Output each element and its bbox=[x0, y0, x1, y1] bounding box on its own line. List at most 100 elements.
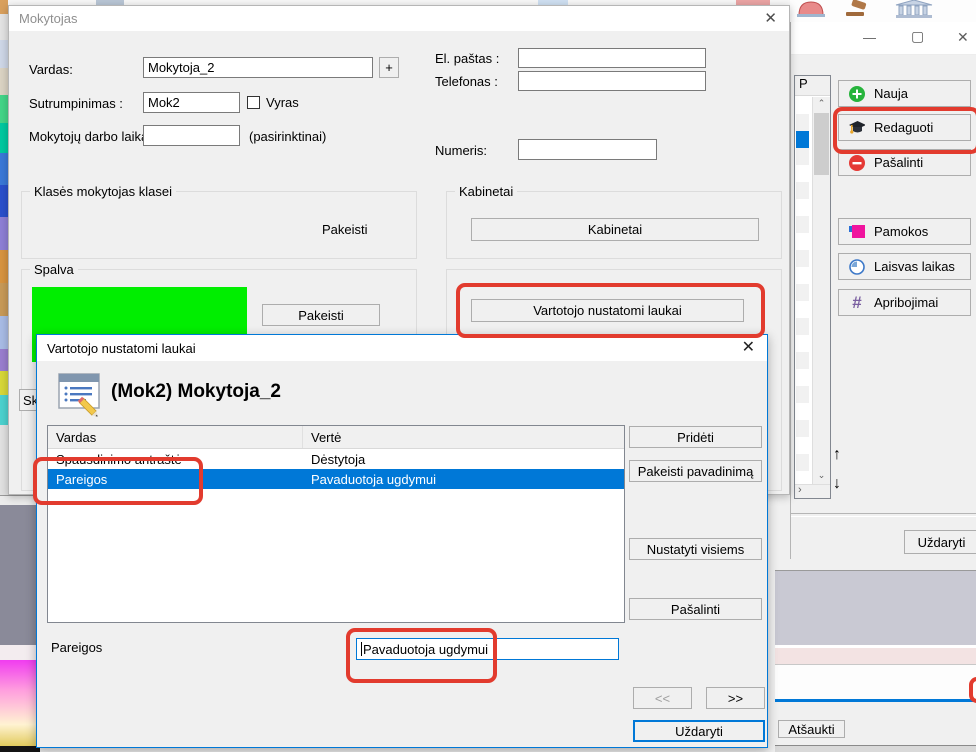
table-header-value[interactable]: Vertė bbox=[303, 426, 341, 448]
dialog-close-button[interactable]: Uždaryti bbox=[633, 720, 765, 742]
maximize-icon[interactable]: ▢ bbox=[911, 28, 924, 45]
close-icon[interactable]: ✕ bbox=[742, 340, 755, 356]
number-input[interactable] bbox=[518, 139, 657, 160]
text-caret bbox=[361, 642, 362, 656]
class-teacher-group: Klasės mokytojas klasei Pakeisti bbox=[21, 191, 417, 259]
phone-label: Telefonas : bbox=[435, 74, 498, 89]
minimize-icon[interactable]: — bbox=[863, 30, 876, 45]
move-up-arrow[interactable]: ↑ bbox=[833, 446, 841, 464]
close-icon[interactable]: ✕ bbox=[957, 29, 969, 46]
set-all-button[interactable]: Nustatyti visiems bbox=[629, 538, 762, 560]
scrollbar-thumb[interactable] bbox=[814, 113, 829, 175]
plus-circle-icon bbox=[849, 86, 865, 102]
name-label: Vardas: bbox=[29, 62, 73, 77]
teacher-dialog-titlebar: Mokytojas ✕ bbox=[9, 6, 789, 31]
dialog-close-label: Uždaryti bbox=[675, 724, 723, 739]
teacher-list-titlebar: — ▢ ✕ bbox=[791, 22, 976, 55]
next-button[interactable]: >> bbox=[706, 687, 765, 709]
teacher-list: P ⌃ ⌄ › bbox=[794, 75, 831, 499]
constraints-button[interactable]: # Apribojimai bbox=[838, 289, 971, 316]
column-header-label: P bbox=[799, 76, 808, 91]
color-change-button[interactable]: Pakeisti bbox=[262, 304, 380, 326]
screen: — ▢ ✕ P ⌃ ⌄ › bbox=[0, 0, 976, 752]
free-time-button[interactable]: Laisvas laikas bbox=[838, 253, 971, 280]
number-label: Numeris: bbox=[435, 143, 487, 158]
phone-input[interactable] bbox=[518, 71, 706, 91]
graduation-cap-icon bbox=[849, 120, 865, 136]
close-icon[interactable]: ✕ bbox=[764, 11, 777, 26]
vertical-scrollbar[interactable]: ⌃ ⌄ bbox=[812, 97, 830, 484]
list-selected-row[interactable] bbox=[796, 131, 809, 148]
worktime-label: Mokytojų darbo laikas bbox=[29, 129, 155, 144]
table-row-selected[interactable]: Pareigos Pavaduotoja ugdymui bbox=[48, 469, 624, 489]
custom-fields-dialog-title: Vartotojo nustatomi laukai bbox=[47, 341, 196, 356]
color-group-title: Spalva bbox=[30, 262, 78, 277]
edit-button[interactable]: Redaguoti bbox=[838, 114, 971, 141]
name-input[interactable]: Mokytoja_2 bbox=[143, 57, 373, 78]
table-header-name[interactable]: Vardas bbox=[48, 426, 303, 448]
separator bbox=[791, 513, 976, 517]
lessons-icon bbox=[849, 224, 865, 240]
name-value: Mokytoja_2 bbox=[148, 60, 214, 75]
move-down-arrow[interactable]: ↓ bbox=[833, 475, 841, 493]
edit-field-input[interactable]: Pavaduotoja ugdymui bbox=[356, 638, 619, 660]
list-rows[interactable] bbox=[796, 97, 809, 484]
class-teacher-change-button[interactable]: Pakeisti bbox=[322, 222, 368, 237]
remove-field-button[interactable]: Pašalinti bbox=[629, 598, 762, 620]
notepad-pencil-icon bbox=[57, 372, 103, 418]
clock-icon bbox=[849, 259, 865, 275]
male-checkbox-label: Vyras bbox=[266, 95, 299, 110]
email-label: El. paštas : bbox=[435, 51, 499, 66]
scroll-right-icon[interactable]: › bbox=[798, 484, 802, 496]
abbreviation-input[interactable]: Mok2 bbox=[143, 92, 240, 113]
lessons-button-label: Pamokos bbox=[874, 224, 928, 239]
constraints-button-label: Apribojimai bbox=[874, 295, 938, 310]
color-change-label: Pakeisti bbox=[298, 308, 344, 323]
rename-field-button[interactable]: Pakeisti pavadinimą bbox=[629, 460, 762, 482]
background-bottom-right: Atšaukti bbox=[775, 559, 976, 752]
delete-button-label: Pašalinti bbox=[874, 155, 923, 170]
rooms-button[interactable]: Kabinetai bbox=[471, 218, 759, 241]
lessons-button[interactable]: Pamokos bbox=[838, 218, 971, 245]
teacher-list-window: — ▢ ✕ P ⌃ ⌄ › bbox=[790, 22, 976, 559]
custom-fields-button-label: Vartotojo nustatomi laukai bbox=[533, 303, 682, 318]
cancel-button[interactable]: Atšaukti bbox=[778, 720, 845, 738]
add-field-button[interactable]: Pridėti bbox=[629, 426, 762, 448]
window-close-button[interactable]: Uždaryti bbox=[904, 530, 976, 554]
background-block bbox=[0, 645, 36, 660]
abbreviation-label: Sutrumpinimas : bbox=[29, 96, 123, 111]
scroll-up-icon[interactable]: ⌃ bbox=[813, 97, 830, 112]
alarm-icon[interactable] bbox=[796, 0, 826, 17]
bank-icon[interactable] bbox=[894, 0, 934, 18]
new-button-label: Nauja bbox=[874, 86, 908, 101]
table-header: Vardas Vertė bbox=[48, 426, 624, 449]
abbreviation-value: Mok2 bbox=[148, 95, 180, 110]
annotation-fragment bbox=[969, 677, 976, 703]
rooms-group: Kabinetai Kabinetai bbox=[446, 191, 782, 259]
next-label: >> bbox=[728, 691, 743, 706]
rooms-group-title: Kabinetai bbox=[455, 184, 517, 199]
list-column-header[interactable]: P bbox=[795, 76, 830, 96]
free-time-button-label: Laisvas laikas bbox=[874, 259, 955, 274]
edit-field-label: Pareigos bbox=[51, 640, 102, 655]
edit-button-label: Redaguoti bbox=[874, 120, 933, 135]
custom-fields-titlebar: Vartotojo nustatomi laukai ✕ bbox=[37, 335, 767, 361]
delete-button[interactable]: Pašalinti bbox=[838, 149, 971, 176]
previous-button[interactable]: << bbox=[633, 687, 692, 709]
gavel-icon[interactable] bbox=[838, 0, 872, 17]
male-checkbox[interactable] bbox=[247, 96, 260, 109]
remove-field-label: Pašalinti bbox=[671, 602, 720, 617]
scroll-down-icon[interactable]: ⌄ bbox=[813, 469, 830, 484]
custom-fields-table: Vardas Vertė Spausdinimo antraštė Dėstyt… bbox=[47, 425, 625, 623]
custom-fields-button[interactable]: Vartotojo nustatomi laukai bbox=[471, 299, 744, 322]
new-button[interactable]: Nauja bbox=[838, 80, 971, 107]
background-block bbox=[0, 505, 36, 645]
class-teacher-group-title: Klasės mokytojas klasei bbox=[30, 184, 176, 199]
horizontal-scrollbar[interactable]: › bbox=[795, 484, 830, 498]
add-name-button[interactable]: + bbox=[379, 57, 399, 78]
worktime-input[interactable] bbox=[143, 125, 240, 146]
email-input[interactable] bbox=[518, 48, 706, 68]
minus-circle-icon bbox=[849, 155, 865, 171]
table-row[interactable]: Spausdinimo antraštė Dėstytoja bbox=[48, 449, 624, 469]
rename-field-label: Pakeisti pavadinimą bbox=[638, 464, 754, 479]
